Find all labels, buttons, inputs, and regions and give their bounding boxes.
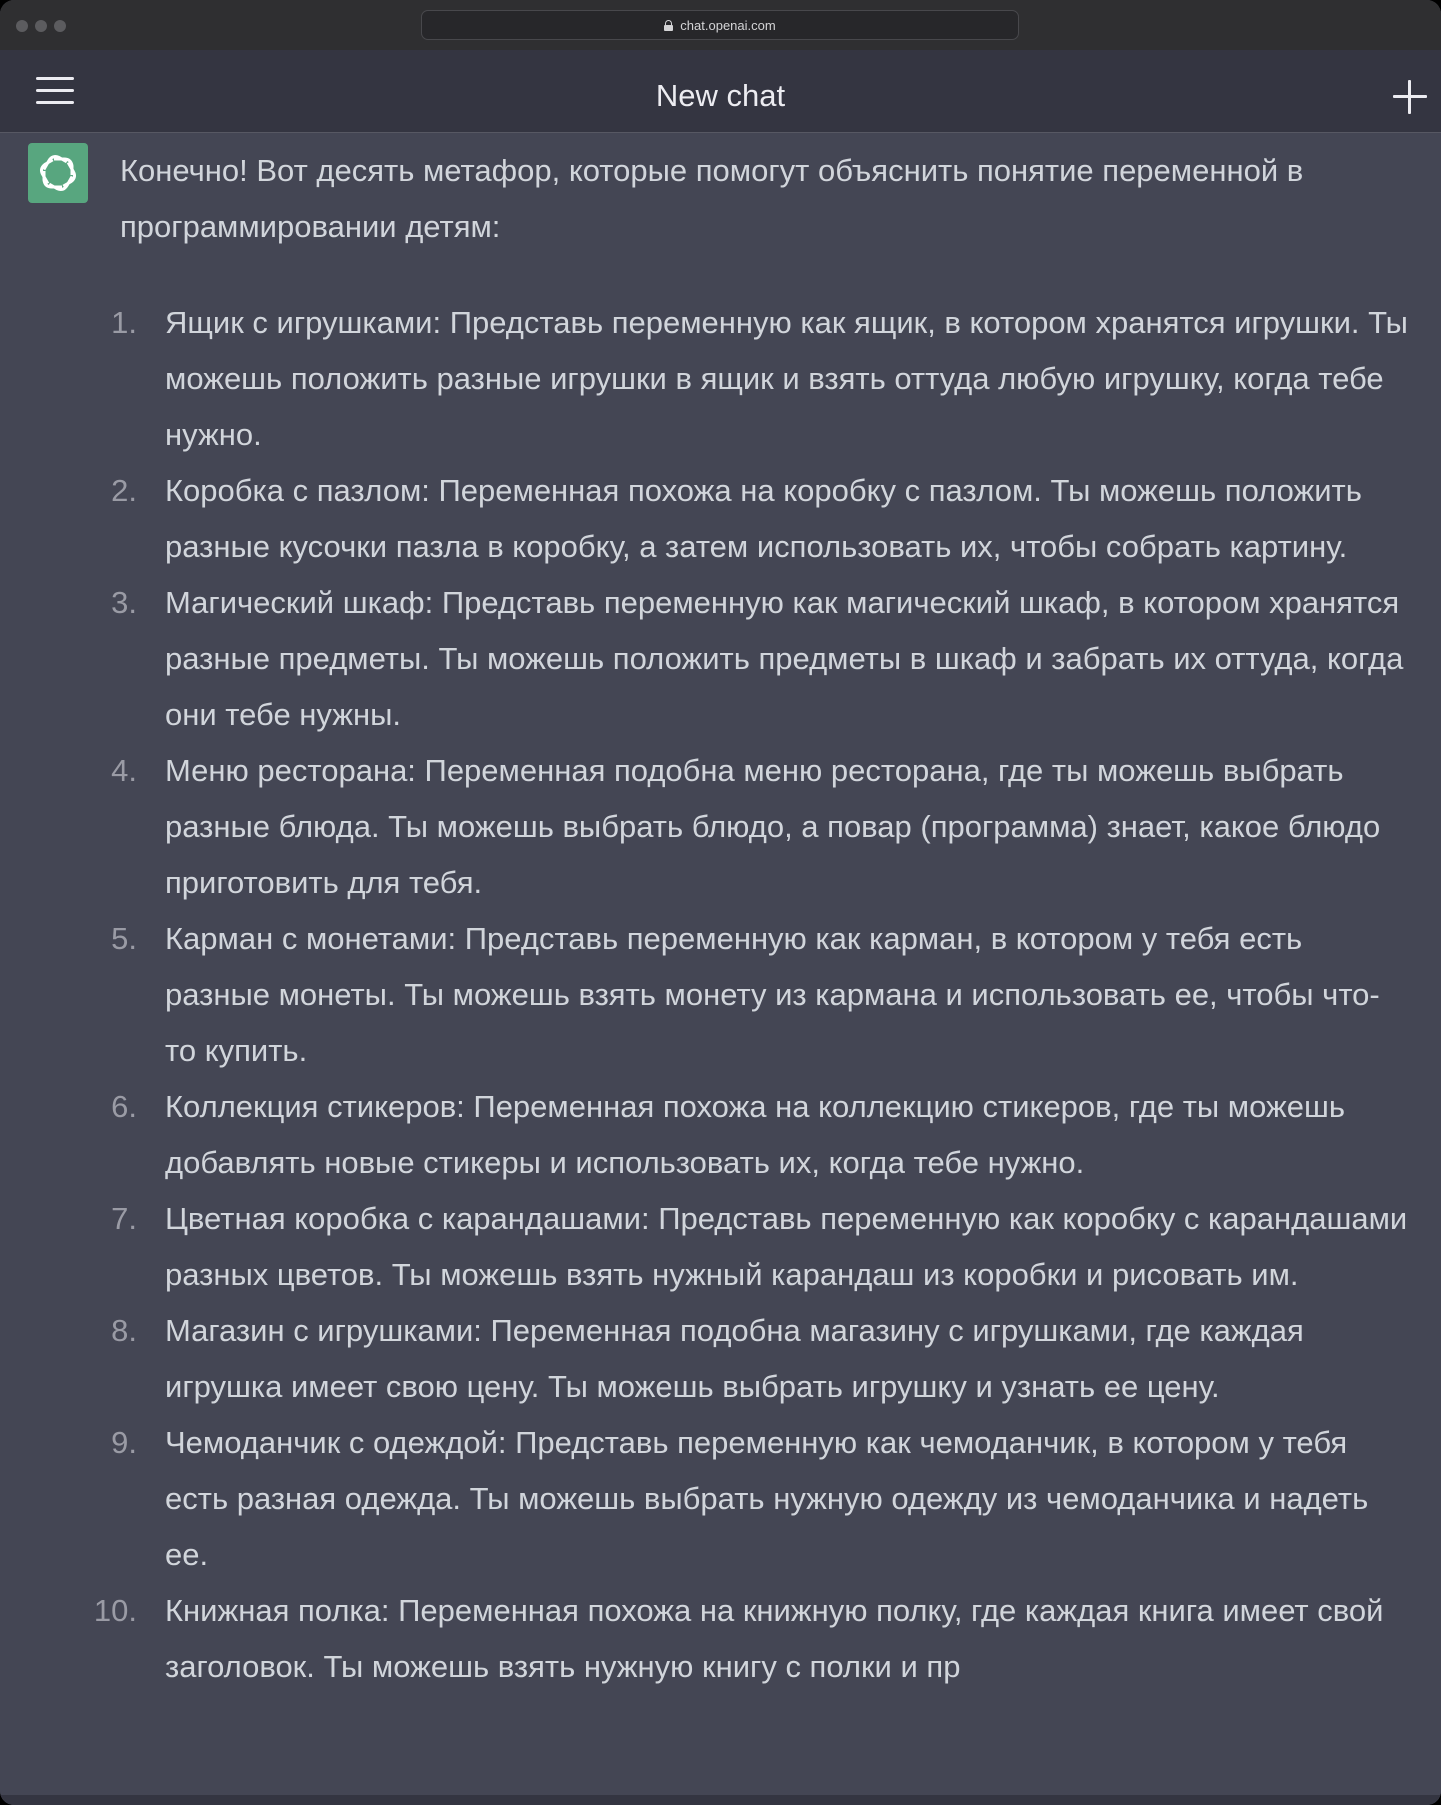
list-number: 8. [111,1313,137,1348]
browser-window: chat.openai.com New chat Конечно! Вот де… [0,0,1441,1805]
list-number: 10. [93,1593,137,1628]
list-item: 4. Меню ресторана: Переменная подобна мен… [111,743,1410,911]
list-item-text: Магазин с игрушками: Переменная подобна … [165,1313,1304,1404]
list-number: 1. [111,305,137,340]
chat-thread: Конечно! Вот десять метафор, которые пом… [0,133,1441,1805]
page-title: New chat [655,78,786,113]
list-item: 2. Коробка с пазлом: Переменная похожа на… [111,463,1410,575]
list-item: 1. Ящик с игрушками: Представь переменную… [111,295,1410,463]
address-bar-url: chat.openai.com [680,17,776,33]
openai-logo-icon [28,143,88,203]
message-intro: Конечно! Вот десять метафор, которые пом… [120,153,1304,244]
window-close-button[interactable] [16,20,28,32]
lock-icon [664,19,674,31]
list-item-text: Меню ресторана: Переменная подобна меню … [165,753,1381,900]
list-item-text: Коллекция стикеров: Переменная похожа на… [165,1089,1346,1180]
list-item-text: Цветная коробка с карандашами: Представь… [165,1201,1408,1292]
list-item-text: Магический шкаф: Представь переменную ка… [165,585,1404,732]
window-bottom-edge [0,1795,1441,1805]
list-number: 5. [111,921,137,956]
address-bar[interactable]: chat.openai.com [421,10,1019,40]
list-item: 8. Магазин с игрушками: Переменная подобн… [111,1303,1410,1415]
list-item-text: Чемоданчик с одеждой: Представь переменн… [165,1425,1369,1572]
app-header: New chat [0,50,1441,133]
assistant-message: Конечно! Вот десять метафор, которые пом… [94,143,1410,1695]
list-item: 9. Чемоданчик с одеждой: Представь переме… [111,1415,1410,1583]
list-item: 5. Карман с монетами: Представь переменну… [111,911,1410,1079]
list-item: 3. Магический шкаф: Представь переменную … [111,575,1410,743]
plus-icon[interactable] [1392,79,1428,115]
metaphor-list: 1. Ящик с игрушками: Представь переменную… [94,295,1410,1695]
browser-toolbar: chat.openai.com [0,0,1441,50]
list-item-text: Ящик с игрушками: Представь переменную к… [165,305,1408,452]
list-item-text: Коробка с пазлом: Переменная похожа на к… [165,473,1362,564]
list-number: 2. [111,473,137,508]
hamburger-menu-icon[interactable] [34,75,76,107]
list-item: 7. Цветная коробка с карандашами: Предста… [111,1191,1410,1303]
list-item-text: Книжная полка: Переменная похожа на книж… [165,1593,1384,1684]
list-item-text: Карман с монетами: Представь переменную … [165,921,1380,1068]
window-zoom-button[interactable] [54,20,66,32]
list-number: 4. [111,753,137,788]
list-item: 6. Коллекция стикеров: Переменная похожа … [111,1079,1410,1191]
list-number: 7. [111,1201,137,1236]
list-number: 3. [111,585,137,620]
list-number: 9. [111,1425,137,1460]
list-number: 6. [111,1089,137,1124]
list-item: 10. Книжная полка: Переменная похожа на к… [94,1583,1410,1695]
window-minimize-button[interactable] [35,20,47,32]
